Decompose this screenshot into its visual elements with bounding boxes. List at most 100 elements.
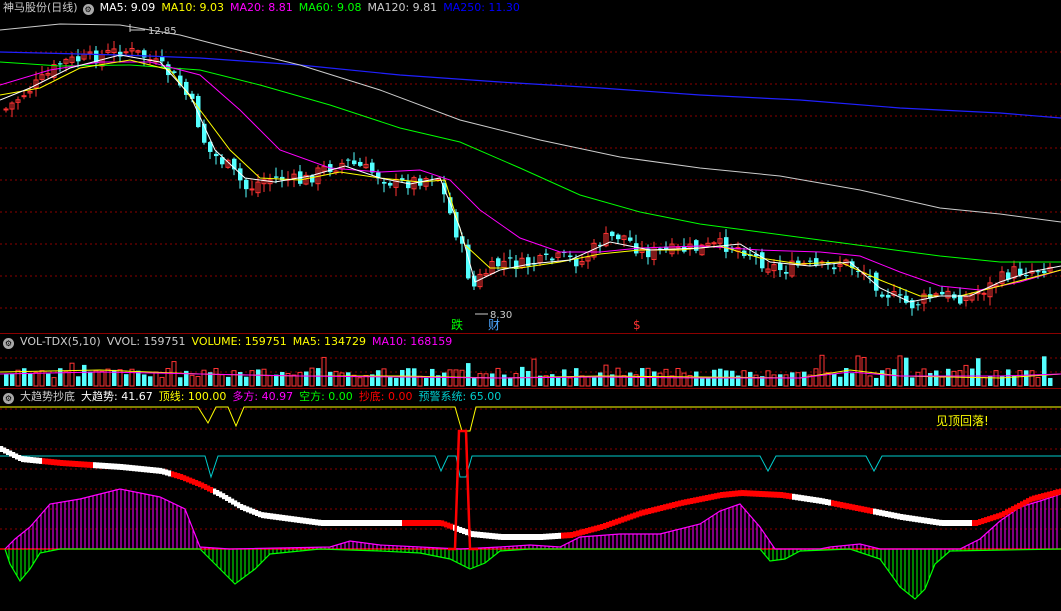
settings-icon[interactable]: ⚙ (3, 338, 14, 349)
event-marker: $ (633, 318, 641, 332)
trend-block (1035, 494, 1039, 501)
trend-block (765, 491, 769, 498)
bear-line (4, 548, 1061, 600)
trend-block (909, 515, 913, 522)
trend-block (690, 498, 694, 504)
trend-block (756, 490, 760, 497)
volume-bar (442, 372, 447, 386)
trend-block (903, 514, 907, 521)
trend-block (981, 518, 985, 525)
trend-block (783, 492, 787, 499)
indicator-label: 顶线: 100.00 (158, 390, 227, 403)
trend-block (423, 520, 427, 526)
trend-block (642, 509, 646, 516)
trend-block (504, 534, 508, 540)
volume-bar (424, 377, 429, 386)
trend-block (435, 520, 439, 526)
trend-block (432, 520, 436, 526)
trend-block (603, 522, 607, 529)
trend-block (969, 520, 973, 526)
trend-block (168, 470, 172, 477)
trend-block (279, 514, 283, 521)
candle-body (724, 237, 729, 252)
trend-block (255, 510, 259, 516)
volume-bar (976, 358, 981, 386)
volume-bar (981, 376, 987, 387)
trend-block (966, 520, 970, 526)
ma-label: MA120: 9.81 (367, 1, 438, 14)
trend-block (864, 506, 868, 513)
volume-bar (1042, 356, 1047, 386)
trend-block (609, 520, 613, 527)
trend-block (444, 521, 448, 528)
trend-block (786, 492, 790, 499)
candle-body (1018, 268, 1023, 276)
volume-bar (291, 374, 297, 387)
trend-block (1038, 493, 1042, 500)
trend-block (393, 520, 397, 526)
volume-bar (400, 369, 405, 386)
candle-body (244, 179, 249, 190)
candle-body (310, 175, 315, 183)
trend-block (720, 492, 724, 498)
volume-bar (915, 371, 921, 387)
trend-block (126, 464, 130, 471)
volume-bar (657, 372, 663, 387)
indicator-label: 空方: 0.00 (299, 390, 353, 403)
volume-bar (15, 369, 21, 387)
volume-bar (63, 370, 69, 387)
ma-label: MA250: 11.30 (443, 1, 520, 14)
stock-name: 神马股份(日线) (3, 1, 78, 14)
trend-block (555, 533, 559, 539)
trend-block (270, 513, 274, 520)
trend-block (336, 520, 340, 526)
indicator-label: 抄底: 0.00 (358, 390, 413, 403)
trend-block (948, 520, 952, 526)
volume-bar (1035, 376, 1041, 387)
trend-block (744, 490, 748, 497)
trend-block (288, 515, 292, 522)
trend-block (600, 524, 604, 530)
trend-block (846, 503, 850, 510)
ma20-line (0, 61, 1061, 291)
volume-bar (928, 373, 933, 386)
trend-block (471, 531, 475, 538)
trend-block (780, 492, 784, 498)
trend-block (696, 496, 700, 503)
volume-bar (526, 370, 531, 386)
trend-block (987, 516, 991, 523)
trend-block (873, 508, 877, 515)
volume-bar (88, 371, 93, 386)
candle-body (508, 257, 513, 259)
trend-block (621, 516, 625, 523)
trend-block (141, 466, 145, 473)
trend-block (153, 467, 157, 474)
trend-block (1008, 507, 1012, 514)
volume-bar (748, 371, 753, 386)
trend-block (147, 466, 151, 473)
candle-body (172, 71, 177, 73)
price-header: 神马股份(日线) ⚙ MA5: 9.09 MA10: 9.03 MA20: 8.81 MA… (0, 0, 532, 16)
trend-block (366, 520, 370, 526)
trend-block (198, 481, 202, 488)
trend-block (963, 520, 967, 526)
trend-block (945, 520, 949, 526)
settings-icon[interactable]: ⚙ (3, 393, 14, 404)
trend-block (105, 463, 109, 469)
candle-body (58, 63, 63, 65)
volume-label: VOLUME: 159751 (191, 335, 287, 348)
candle-body (388, 182, 393, 186)
volume-bar (93, 370, 99, 387)
volume-bar (22, 368, 27, 386)
trend-block (546, 533, 550, 540)
trend-block (573, 531, 577, 538)
trend-block (570, 532, 574, 538)
volume-bar (148, 376, 153, 386)
trend-block (828, 499, 832, 506)
trend-block (585, 528, 589, 534)
volume-bar (417, 375, 423, 387)
volume-bar (1017, 370, 1023, 387)
trend-block (501, 534, 505, 540)
volume-bar (585, 376, 591, 387)
settings-icon[interactable]: ⚙ (82, 4, 94, 15)
